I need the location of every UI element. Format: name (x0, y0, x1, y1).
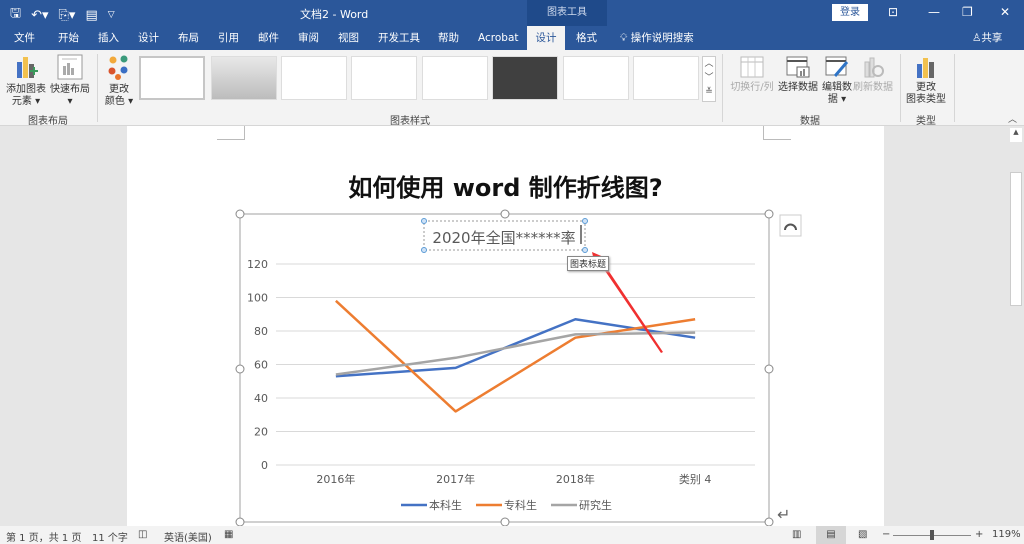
line-chart[interactable]: 0 20 40 60 80 100 120 2016年 2017年 2018年 类别 4 本科生 专… (0, 0, 1024, 544)
web-layout-icon[interactable]: ▧ (858, 529, 867, 540)
scroll-thumb[interactable] (1010, 172, 1022, 306)
status-bar: 第 1 页，共 1 页 11 个字 ◫ 英语(美国) ▦ ▥ ▤ ▧ − + 1… (0, 526, 1024, 544)
word-count[interactable]: 11 个字 (92, 529, 128, 544)
language[interactable]: 英语(美国) (164, 529, 212, 544)
y-tick-label: 60 (254, 359, 268, 372)
read-mode-icon[interactable]: ▥ (792, 529, 801, 540)
zoom-level[interactable]: 119% (992, 529, 1021, 540)
zoom-slider-thumb[interactable] (930, 530, 934, 540)
y-tick-label: 100 (247, 292, 268, 305)
zoom-in-button[interactable]: + (975, 529, 983, 540)
paragraph-mark-icon: ↵ (777, 505, 790, 524)
legend-label[interactable]: 专科生 (504, 498, 537, 512)
scroll-up-icon[interactable]: ▲ (1010, 128, 1022, 142)
y-tick-label: 20 (254, 426, 268, 439)
x-tick-label: 2016年 (316, 472, 355, 486)
x-tick-label: 类别 4 (679, 472, 712, 486)
x-tick-label: 2017年 (436, 472, 475, 486)
page-count[interactable]: 第 1 页，共 1 页 (6, 529, 81, 544)
y-tick-label: 120 (247, 258, 268, 271)
y-tick-label: 40 (254, 392, 268, 405)
x-tick-label: 2018年 (556, 472, 595, 486)
chart-title-tooltip: 图表标题 (567, 256, 610, 271)
proofing-icon[interactable]: ◫ (138, 529, 147, 540)
legend-label[interactable]: 本科生 (429, 498, 462, 512)
macro-icon[interactable]: ▦ (224, 529, 233, 540)
y-tick-label: 0 (261, 459, 268, 472)
chart-title[interactable]: 2020年全国******率 (432, 229, 575, 247)
vertical-scrollbar[interactable]: ▲ (1008, 126, 1024, 526)
print-layout-icon[interactable]: ▤ (816, 526, 846, 544)
zoom-out-button[interactable]: − (882, 529, 890, 540)
legend-label[interactable]: 研究生 (579, 498, 612, 512)
y-tick-label: 80 (254, 325, 268, 338)
